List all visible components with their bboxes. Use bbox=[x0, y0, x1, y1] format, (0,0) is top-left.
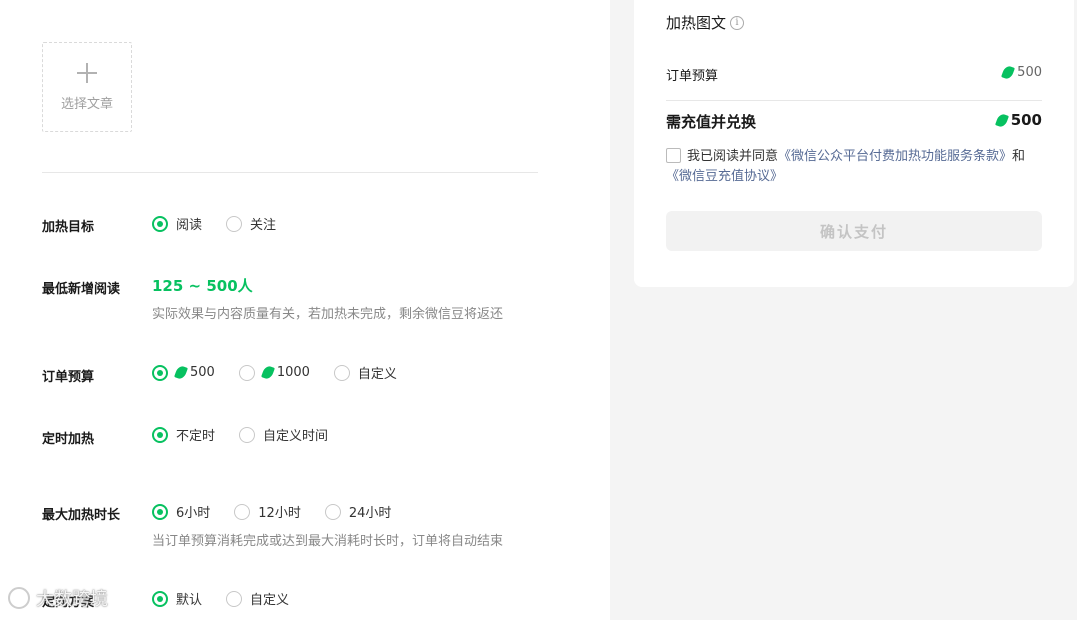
schedule-option-none[interactable]: 不定时 bbox=[152, 425, 215, 444]
summary-recharge-label: 需充值并兑换 bbox=[666, 113, 757, 131]
budget-option-1000[interactable]: 1000 bbox=[238, 364, 310, 381]
wechat-bean-icon bbox=[994, 112, 1009, 128]
summary-divider bbox=[666, 100, 1042, 101]
budget-option-500[interactable]: 500 bbox=[152, 364, 215, 381]
targeting-option-custom[interactable]: 自定义 bbox=[226, 589, 289, 608]
radio-checked-icon[interactable] bbox=[152, 503, 168, 520]
targeting-option-default[interactable]: 默认 bbox=[152, 589, 202, 608]
max-duration-option-24h[interactable]: 24小时 bbox=[324, 502, 391, 521]
radio-icon[interactable] bbox=[238, 364, 255, 381]
confirm-pay-button[interactable]: 确认支付 bbox=[666, 211, 1042, 251]
select-article-label: 选择文章 bbox=[60, 96, 113, 112]
radio-icon[interactable] bbox=[239, 426, 256, 443]
wechat-bean-icon bbox=[1001, 64, 1016, 81]
max-duration-options: 6小时 12小时 24小时 bbox=[152, 502, 415, 521]
budget-options: 500 1000 自定义 bbox=[152, 363, 421, 382]
summary-recharge-value: 500 bbox=[994, 111, 1042, 129]
summary-title: 加热图文 i bbox=[666, 12, 745, 33]
radio-icon[interactable] bbox=[333, 364, 350, 381]
heat-target-option-read[interactable]: 阅读 bbox=[152, 214, 202, 233]
watermark-logo-icon bbox=[8, 587, 30, 609]
targeting-options: 默认 自定义 bbox=[152, 589, 313, 608]
heat-target-label: 加热目标 bbox=[42, 220, 95, 235]
radio-icon[interactable] bbox=[226, 215, 243, 232]
radio-icon[interactable] bbox=[324, 503, 341, 520]
agreement: 我已阅读并同意《微信公众平台付费加热功能服务条款》和《微信豆充值协议》 bbox=[666, 148, 1026, 184]
max-duration-hint: 当订单预算消耗完成或达到最大消耗时长时，订单将自动结束 bbox=[152, 534, 504, 549]
max-duration-label: 最大加热时长 bbox=[42, 508, 121, 523]
radio-checked-icon[interactable] bbox=[152, 590, 168, 607]
radio-checked-icon[interactable] bbox=[152, 426, 168, 443]
budget-option-custom[interactable]: 自定义 bbox=[333, 363, 397, 382]
min-reads-value: 125 ~ 500人 bbox=[152, 277, 253, 295]
heat-target-option-follow[interactable]: 关注 bbox=[226, 214, 276, 233]
recharge-agreement-link[interactable]: 《微信豆充值协议》 bbox=[666, 169, 783, 184]
radio-icon[interactable] bbox=[226, 590, 243, 607]
wechat-bean-icon bbox=[260, 364, 275, 381]
select-article-button[interactable]: 选择文章 bbox=[42, 42, 132, 132]
min-reads-label: 最低新增阅读 bbox=[42, 282, 121, 297]
radio-checked-icon[interactable] bbox=[152, 215, 168, 232]
schedule-label: 定时加热 bbox=[42, 432, 95, 447]
service-terms-link[interactable]: 《微信公众平台付费加热功能服务条款》 bbox=[778, 149, 1012, 164]
summary-budget-label: 订单预算 bbox=[666, 69, 719, 84]
radio-checked-icon[interactable] bbox=[152, 364, 168, 381]
divider bbox=[42, 172, 538, 173]
max-duration-option-12h[interactable]: 12小时 bbox=[234, 502, 301, 521]
budget-label: 订单预算 bbox=[42, 370, 95, 385]
min-reads-hint: 实际效果与内容质量有关，若加热未完成，剩余微信豆将返还 bbox=[152, 307, 504, 322]
plus-icon bbox=[77, 62, 97, 83]
watermark: 大数跨境 bbox=[8, 585, 108, 611]
schedule-option-custom[interactable]: 自定义时间 bbox=[239, 425, 328, 444]
wechat-bean-icon bbox=[174, 364, 188, 381]
max-duration-option-6h[interactable]: 6小时 bbox=[152, 502, 210, 521]
summary-budget-value: 500 bbox=[1001, 64, 1042, 81]
heat-target-options: 阅读 关注 bbox=[152, 214, 300, 233]
radio-icon[interactable] bbox=[234, 503, 251, 520]
info-icon[interactable]: i bbox=[730, 15, 745, 30]
schedule-options: 不定时 自定义时间 bbox=[152, 425, 352, 444]
agree-checkbox[interactable] bbox=[666, 148, 681, 163]
